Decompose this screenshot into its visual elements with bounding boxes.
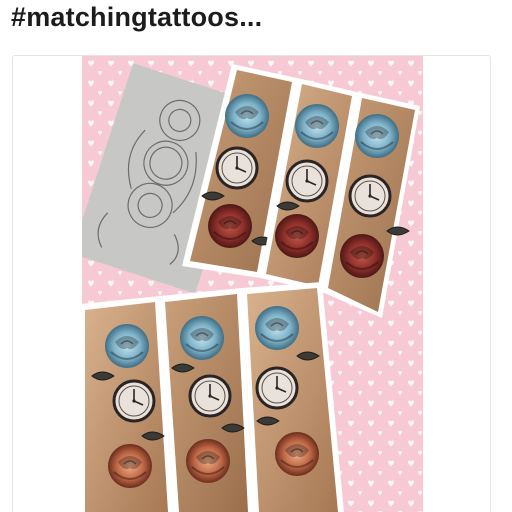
tattoo-photo-bottom-middle <box>160 288 254 512</box>
post-screen: #matchingtattoos... <box>0 0 512 512</box>
post-title: #matchingtattoos... <box>11 2 263 32</box>
tattoo-photo-bottom-left <box>82 296 174 512</box>
tattoo-collage-image[interactable] <box>82 56 423 512</box>
